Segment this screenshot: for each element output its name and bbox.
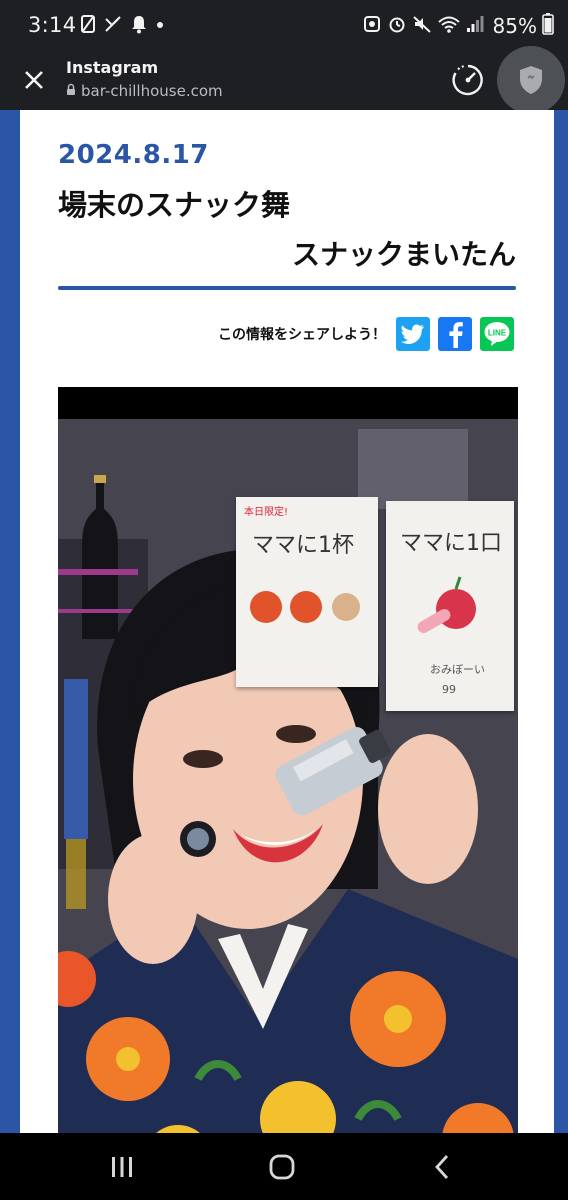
home-button[interactable] xyxy=(252,1145,312,1189)
video-frame[interactable]: 本日限定! ママに1杯 ママに1口 おみぼーい 99 xyxy=(58,387,518,1200)
close-icon xyxy=(25,71,43,89)
post-date: 2024.8.17 xyxy=(58,140,209,170)
close-button[interactable] xyxy=(14,60,54,100)
wifi-icon xyxy=(437,14,461,38)
notification-bell-icon xyxy=(130,14,148,38)
url-text: bar-chillhouse.com xyxy=(81,81,223,100)
menu-card-2: ママに1口 おみぼーい 99 xyxy=(386,501,514,711)
article-card: 2024.8.17 場末のスナック舞 スナックまいたん この情報をシェアしよう！ xyxy=(20,110,554,1200)
signal-icon xyxy=(466,14,484,38)
post-title: 場末のスナック舞 xyxy=(58,188,291,222)
mute-icon xyxy=(412,14,432,38)
menu-card-2-price: 99 xyxy=(442,683,456,696)
missed-call-icon xyxy=(103,14,123,38)
menu-card-1-tag: 本日限定! xyxy=(244,507,289,518)
custom-tab-toolbar: Instagram bar-chillhouse.com xyxy=(0,46,568,114)
status-right-icons: 85% xyxy=(362,13,554,39)
dot-icon xyxy=(155,14,165,38)
facebook-icon xyxy=(449,322,463,348)
menu-card-1: 本日限定! ママに1杯 xyxy=(236,497,378,687)
phone-screen: 3:14 85% Instagram bar-chillhouse.com 20… xyxy=(0,0,568,1200)
back-icon xyxy=(435,1155,449,1179)
line-icon: LINE xyxy=(484,322,510,346)
speedometer-icon xyxy=(452,64,483,96)
recents-button[interactable] xyxy=(92,1145,152,1189)
lock-icon xyxy=(66,81,76,100)
twitter-icon xyxy=(401,324,424,344)
menu-card-1-title: ママに1杯 xyxy=(252,533,354,558)
battery-percent: 85% xyxy=(492,14,537,38)
web-page: 2024.8.17 場末のスナック舞 スナックまいたん この情報をシェアしよう！ xyxy=(0,110,568,1200)
home-icon xyxy=(269,1154,295,1180)
share-label: この情報をシェアしよう！ xyxy=(218,327,386,343)
back-button[interactable] xyxy=(412,1145,472,1189)
menu-card-2-fruit-illustration xyxy=(417,576,476,633)
status-time: 3:14 xyxy=(28,13,77,37)
status-left-icons xyxy=(80,14,165,38)
title-divider xyxy=(58,286,516,290)
system-nav-bar xyxy=(0,1133,568,1200)
line-text: LINE xyxy=(488,329,507,338)
menu-card-1-drinks-illustration xyxy=(250,591,360,623)
tab-title: Instagram xyxy=(66,58,159,77)
shield-button[interactable] xyxy=(497,46,565,114)
post-author: スナックまいたん xyxy=(291,238,516,271)
facebook-share-button[interactable] xyxy=(438,317,472,351)
status-bar: 3:14 85% xyxy=(0,0,568,52)
alarm-icon xyxy=(387,14,407,38)
video-still: 本日限定! ママに1杯 ママに1口 おみぼーい 99 xyxy=(58,419,518,1200)
menu-card-2-title: ママに1口 xyxy=(400,531,502,556)
line-share-button[interactable]: LINE xyxy=(480,317,514,351)
photo-icon xyxy=(80,14,96,38)
shield-icon xyxy=(520,66,542,94)
twitter-share-button[interactable] xyxy=(396,317,430,351)
speed-button[interactable] xyxy=(446,58,490,102)
screenshot-icon xyxy=(362,14,382,38)
menu-card-2-sub: おみぼーい xyxy=(430,663,485,676)
recents-icon xyxy=(112,1157,132,1177)
battery-icon xyxy=(542,13,554,39)
share-row: この情報をシェアしよう！ LINE xyxy=(218,317,514,351)
url-row[interactable]: bar-chillhouse.com xyxy=(66,81,223,100)
